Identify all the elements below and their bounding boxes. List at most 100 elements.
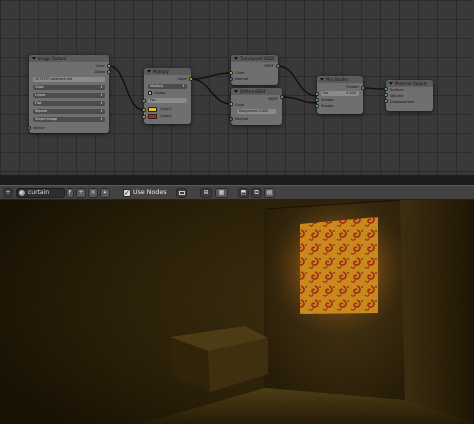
backdrop-button[interactable] — [176, 188, 187, 198]
render-image — [0, 200, 474, 424]
node-header[interactable]: Multiply — [144, 68, 191, 75]
chevron-down-icon: ⇕ — [100, 117, 103, 121]
snap-toggle[interactable]: ⊞ — [200, 188, 212, 198]
paste-button[interactable]: ▤ — [264, 188, 275, 198]
diffuse-normal-input-socket[interactable] — [229, 117, 233, 121]
node-title: Mix Shader — [326, 77, 349, 82]
node-header[interactable]: Image Texture — [29, 55, 109, 62]
mix-fac-input-socket[interactable] — [315, 92, 319, 96]
clamp-label: Clamp — [154, 91, 166, 95]
node-header[interactable]: Material Output — [386, 80, 433, 87]
input-normal-label: Normal — [235, 117, 249, 121]
diffuse-color-input-socket[interactable] — [229, 102, 233, 106]
node-editor[interactable]: Image Texture Color Alpha 1575727-abstra… — [0, 0, 474, 175]
node-title: Translucent BSDF — [240, 56, 275, 61]
pin-button[interactable]: ✦ — [100, 188, 110, 198]
fake-user-button[interactable]: F — [66, 188, 74, 198]
source-select[interactable]: Single Image ⇕ — [33, 117, 105, 122]
translucent-bsdf-node[interactable]: Translucent BSDF BSDF Color Normal — [231, 55, 278, 85]
output-shader-label: Shader — [346, 85, 359, 89]
translucent-normal-input-socket[interactable] — [229, 77, 233, 81]
roughness-field[interactable]: Roughness 0.000 — [237, 109, 276, 114]
color1-swatch[interactable] — [148, 107, 157, 112]
clamp-checkbox[interactable]: ✓ Clamp — [148, 91, 166, 96]
image-alpha-output-socket[interactable] — [107, 70, 111, 74]
translucent-bsdf-output-socket[interactable] — [276, 64, 280, 68]
image-selector[interactable]: 1575727-abstract-red — [33, 77, 105, 82]
interpolation-select[interactable]: Linear ⇕ — [33, 93, 105, 98]
link-diffuse-to-mix — [281, 96, 318, 104]
add-icon: + — [78, 189, 84, 196]
translucent-color-input-socket[interactable] — [229, 71, 233, 75]
node-header[interactable]: Diffuse BSDF — [231, 88, 282, 95]
multiply-color-output-socket[interactable] — [189, 77, 193, 81]
node-title: Diffuse BSDF — [240, 89, 266, 94]
roughness-value: Roughness 0.000 — [239, 109, 269, 113]
copy-button[interactable]: ⧉ — [251, 188, 262, 198]
snap-element-select[interactable]: ▦ — [215, 188, 228, 198]
collapse-icon[interactable] — [320, 78, 324, 81]
projection-select[interactable]: Flat ⇕ — [33, 101, 105, 106]
material-name-field[interactable]: curtain — [16, 188, 65, 198]
node-editor-toolbar: + curtain F + × ✦ ✓ Use Nodes ⊞ ▦ ⬒ ⧉ ▤ — [0, 185, 474, 200]
fac-label: Fac — [150, 98, 156, 102]
use-nodes-checkbox[interactable]: ✓ — [123, 189, 131, 197]
color-mode-select[interactable]: Color ⇕ — [33, 85, 105, 90]
collapse-icon[interactable] — [234, 90, 238, 93]
output-displacement-socket[interactable] — [384, 99, 388, 103]
unlink-material-button[interactable]: × — [88, 188, 98, 198]
chevron-down-icon: ⇕ — [100, 85, 103, 89]
output-surface-socket[interactable] — [384, 87, 388, 91]
mix-shader-node[interactable]: Mix Shader Shader Fac 0.500 Shader Shader — [317, 76, 363, 114]
multiply-fac-input-socket[interactable] — [142, 99, 146, 103]
node-title: Material Output — [395, 81, 427, 86]
multiply-color2-input-socket[interactable] — [142, 115, 146, 119]
image-vector-input-socket[interactable] — [27, 126, 31, 130]
node-title: Multiply — [153, 69, 169, 74]
add-icon[interactable]: + — [3, 188, 13, 198]
projection-value: Flat — [35, 101, 42, 105]
node-header[interactable]: Mix Shader — [317, 76, 363, 83]
diffuse-bsdf-output-socket[interactable] — [280, 95, 284, 99]
displacement-input-label: Displacement — [390, 100, 415, 104]
node-header[interactable]: Translucent BSDF — [231, 55, 278, 62]
fake-user-label: F — [68, 190, 72, 196]
collapse-icon[interactable] — [234, 57, 238, 60]
collapse-icon[interactable] — [32, 57, 36, 60]
diffuse-bsdf-node[interactable]: Diffuse BSDF BSDF Color Roughness 0.000 … — [231, 88, 282, 125]
chevron-down-icon: ⇕ — [100, 93, 103, 97]
close-icon: × — [90, 189, 96, 196]
output-color-label: Color — [95, 64, 105, 68]
paste-icon: ▤ — [266, 189, 273, 196]
add-material-button[interactable]: + — [76, 188, 86, 198]
parent-button[interactable]: ⬒ — [238, 188, 249, 198]
input-normal-label: Normal — [235, 77, 249, 81]
output-volume-socket[interactable] — [384, 93, 388, 97]
fac-field[interactable]: Fac — [148, 98, 187, 103]
input-shader1-label: Shader — [321, 98, 334, 102]
parent-icon: ⬒ — [240, 189, 247, 196]
material-sphere-icon — [19, 190, 25, 196]
mix-shader2-input-socket[interactable] — [315, 104, 319, 108]
render-viewport[interactable] — [0, 200, 474, 424]
multiply-color1-input-socket[interactable] — [142, 108, 146, 112]
mix-shader-output-socket[interactable] — [361, 86, 365, 90]
fac-slider[interactable]: Fac 0.500 — [321, 91, 359, 96]
surface-input-label: Surface — [390, 88, 404, 92]
image-color-output-socket[interactable] — [107, 64, 111, 68]
image-texture-node[interactable]: Image Texture Color Alpha 1575727-abstra… — [29, 55, 109, 133]
collapse-icon[interactable] — [389, 82, 393, 85]
color2-swatch[interactable] — [148, 114, 157, 119]
collapse-icon[interactable] — [147, 70, 151, 73]
extension-select[interactable]: Repeat ⇕ — [33, 109, 105, 114]
fac-label: Fac — [323, 91, 329, 95]
mix-shader1-input-socket[interactable] — [315, 98, 319, 102]
multiply-node[interactable]: Multiply Color Multiply ⇕ ✓ Clamp Fac Colo… — [144, 68, 191, 124]
material-output-node[interactable]: Material Output Surface Volume Displacem… — [386, 80, 433, 111]
pin-icon: ✦ — [102, 190, 108, 196]
blend-mode-select[interactable]: Multiply ⇕ — [148, 84, 187, 89]
area-divider[interactable] — [0, 175, 474, 185]
interpolation-value: Linear — [35, 93, 46, 97]
checkmark-icon: ✓ — [148, 91, 152, 95]
link-multiply-to-diffuse — [190, 78, 232, 105]
